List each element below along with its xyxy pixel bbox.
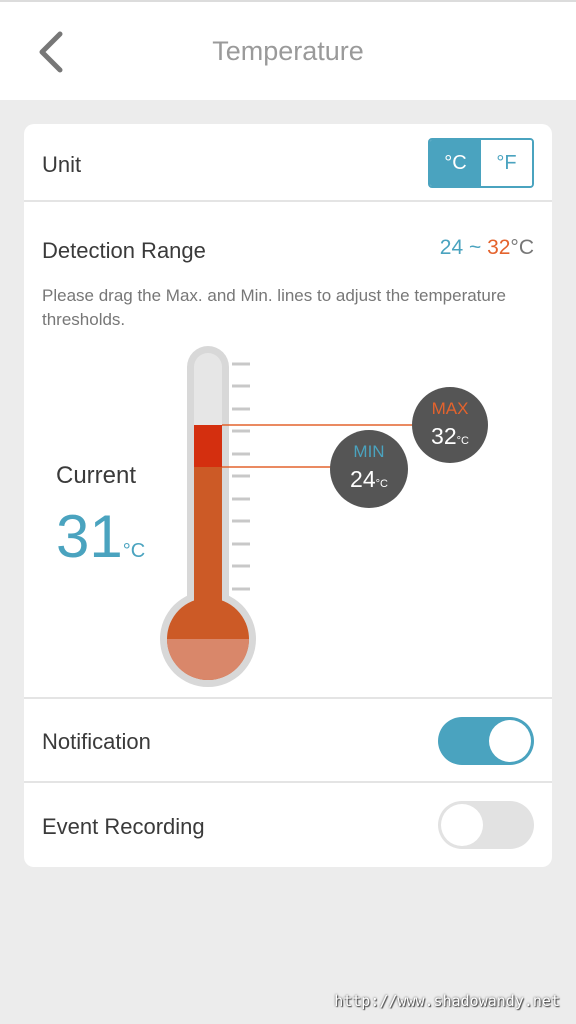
scale-ticks [232, 362, 250, 591]
min-unit: °C [375, 478, 388, 490]
notification-toggle[interactable] [438, 717, 534, 765]
min-threshold-handle[interactable]: MIN 24°C [330, 430, 408, 508]
notification-label: Notification [42, 729, 151, 754]
event-recording-toggle[interactable] [438, 801, 534, 849]
header-bar: Temperature [0, 0, 576, 100]
toggle-knob [489, 720, 531, 762]
divider [24, 697, 552, 699]
divider [24, 781, 552, 783]
toggle-knob [441, 804, 483, 846]
event-recording-label: Event Recording [42, 814, 205, 839]
max-value: 32 [431, 423, 457, 449]
alert-band [194, 425, 222, 467]
page-title: Temperature [212, 36, 364, 66]
settings-card: Unit °C °F Detection Range 24 ~ 32°C Ple… [24, 124, 552, 867]
max-tag: MAX [431, 399, 469, 418]
max-threshold-value: 32°C [412, 423, 488, 450]
min-threshold-value: 24°C [330, 466, 408, 493]
min-value: 24 [350, 466, 376, 492]
max-threshold-handle[interactable]: MAX 32°C [412, 387, 488, 463]
watermark: http://www.shadowandy.net [334, 992, 560, 1010]
min-tag: MIN [353, 442, 385, 461]
max-unit: °C [456, 435, 469, 447]
